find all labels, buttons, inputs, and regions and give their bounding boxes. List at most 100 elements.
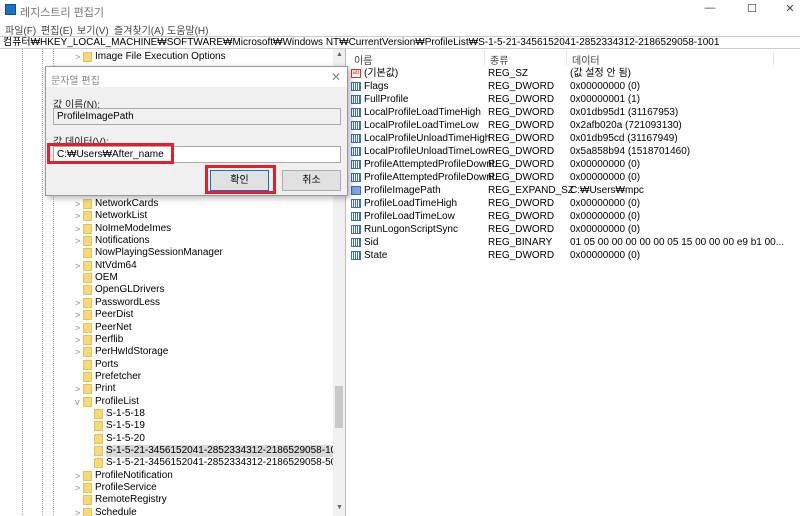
tree-item-label: Schedule xyxy=(95,506,137,516)
tree-item[interactable]: > Schedule xyxy=(75,506,137,516)
tree-item[interactable]: > PerHwIdStorage xyxy=(75,346,169,358)
value-name: Sid xyxy=(364,237,379,248)
folder-icon xyxy=(83,273,92,284)
title-bar: 레지스트리 편집기 — ☐ ✕ xyxy=(0,0,800,20)
column-header-type[interactable]: 종류 xyxy=(490,52,508,67)
tree-item[interactable]: > NtVdm64 xyxy=(75,260,137,272)
tree-item[interactable]: OpenGLDrivers xyxy=(83,284,164,296)
value-row[interactable]: LocalProfileUnloadTimeHigh REG_DWORD 0x01d… xyxy=(348,132,800,145)
value-type: REG_DWORD xyxy=(488,107,555,118)
tree-item[interactable]: > PeerNet xyxy=(75,322,132,334)
tree-item[interactable]: > Image File Execution Options xyxy=(75,51,226,63)
chevron-right-icon[interactable]: > xyxy=(75,260,83,272)
chevron-right-icon[interactable]: > xyxy=(75,198,83,210)
tree-item[interactable]: S-1-5-21-3456152041-2852334312-218652905… xyxy=(94,445,345,457)
value-row[interactable]: ProfileAttemptedProfileDownl... REG_DWORD… xyxy=(348,171,800,184)
value-row[interactable]: Flags REG_DWORD 0x00000000 (0) xyxy=(348,80,800,93)
chevron-right-icon[interactable]: > xyxy=(75,322,83,334)
value-row[interactable]: FullProfile REG_DWORD 0x00000001 (1) xyxy=(348,93,800,106)
highlight-ok-button xyxy=(205,165,276,194)
folder-icon xyxy=(83,495,92,506)
value-row[interactable]: LocalProfileLoadTimeLow REG_DWORD 0x2afb02… xyxy=(348,119,800,132)
chevron-right-icon[interactable]: > xyxy=(75,470,83,482)
chevron-right-icon[interactable]: > xyxy=(75,210,83,222)
tree-item[interactable]: > NetworkList xyxy=(75,210,147,222)
value-row[interactable]: ProfileLoadTimeLow REG_DWORD 0x00000000 (0… xyxy=(348,210,800,223)
tree-item[interactable]: > Print xyxy=(75,383,116,395)
tree-item[interactable]: > PeerDist xyxy=(75,309,133,321)
value-name: ProfileLoadTimeHigh xyxy=(364,198,458,209)
chevron-down-icon[interactable]: v xyxy=(75,396,83,408)
value-row[interactable]: RunLogonScriptSync REG_DWORD 0x00000000 (0… xyxy=(348,223,800,236)
chevron-right-icon[interactable]: > xyxy=(75,223,83,235)
folder-icon xyxy=(94,408,103,419)
chevron-right-icon[interactable]: > xyxy=(75,51,83,63)
folder-icon xyxy=(83,322,92,333)
tree-item[interactable]: Prefetcher xyxy=(83,371,141,383)
value-type: REG_DWORD xyxy=(488,120,555,131)
folder-icon xyxy=(83,359,92,370)
folder-icon xyxy=(83,223,92,234)
value-row[interactable]: ProfileAttemptedProfileDownl... REG_DWORD… xyxy=(348,158,800,171)
menu-edit[interactable]: 편집(E) xyxy=(41,22,73,37)
tree-item-label: Perflib xyxy=(95,333,124,345)
cancel-button[interactable]: 취소 xyxy=(282,170,341,191)
scrollbar-thumb[interactable] xyxy=(335,386,343,428)
value-row[interactable]: LocalProfileLoadTimeHigh REG_DWORD 0x01db9… xyxy=(348,106,800,119)
binary-value-icon xyxy=(351,199,361,208)
folder-icon xyxy=(83,483,92,494)
value-data: 0x00000000 (0) xyxy=(570,198,641,209)
tree-item[interactable]: S-1-5-21-3456152041-2852334312-218652905… xyxy=(94,457,342,469)
tree-item[interactable]: > ProfileNotification xyxy=(75,469,173,482)
value-row[interactable]: LocalProfileUnloadTimeLow REG_DWORD 0x5a85… xyxy=(348,145,800,158)
tree-item[interactable]: RemoteRegistry xyxy=(83,494,167,506)
chevron-right-icon[interactable]: > xyxy=(75,482,83,494)
close-button[interactable]: ✕ xyxy=(780,2,800,18)
value-row[interactable]: Sid REG_BINARY 01 05 00 00 00 00 00 05 15 … xyxy=(348,236,800,249)
menu-file[interactable]: 파일(F) xyxy=(5,22,36,37)
chevron-right-icon[interactable]: > xyxy=(75,309,83,321)
chevron-right-icon[interactable]: > xyxy=(75,235,83,247)
tree-item-label: ProfileNotification xyxy=(95,469,173,481)
tree-item[interactable]: > Perflib xyxy=(75,333,124,346)
chevron-right-icon[interactable]: > xyxy=(75,383,83,395)
folder-icon xyxy=(83,470,92,481)
value-row[interactable]: ab (기본값) REG_SZ (값 설정 안 됨) xyxy=(348,67,800,80)
address-bar[interactable]: 컴퓨터₩HKEY_LOCAL_MACHINE₩SOFTWARE₩Microsof… xyxy=(0,36,800,49)
tree-item[interactable]: OEM xyxy=(83,272,118,284)
tree-item[interactable]: S-1-5-19 xyxy=(94,420,145,432)
menu-favorites[interactable]: 즐겨찾기(A) xyxy=(114,22,164,37)
window-title: 레지스트리 편집기 xyxy=(20,7,105,19)
chevron-right-icon[interactable]: > xyxy=(75,346,83,358)
chevron-right-icon[interactable]: > xyxy=(75,334,83,346)
value-type: REG_BINARY xyxy=(488,237,553,248)
value-row[interactable]: ProfileImagePath REG_EXPAND_SZ C:₩Users₩mp… xyxy=(348,184,800,197)
tree-item[interactable]: > ProfileService xyxy=(75,482,157,494)
chevron-right-icon[interactable]: > xyxy=(75,507,83,516)
column-header-name[interactable]: 이름 xyxy=(354,52,372,67)
tree-item[interactable]: S-1-5-20 xyxy=(94,433,145,445)
dialog-close-icon[interactable]: ✕ xyxy=(331,70,341,84)
minimize-button[interactable]: — xyxy=(700,2,720,18)
value-row[interactable]: ProfileLoadTimeHigh REG_DWORD 0x00000000 (… xyxy=(348,197,800,210)
menu-view[interactable]: 보기(V) xyxy=(77,22,109,37)
tree-item[interactable]: v ProfileList xyxy=(75,396,139,408)
tree-item[interactable]: > NoImeModeImes xyxy=(75,223,171,235)
column-header-data[interactable]: 데이터 xyxy=(572,52,600,67)
tree-item[interactable]: > Notifications xyxy=(75,235,149,247)
maximize-button[interactable]: ☐ xyxy=(742,2,762,18)
value-data: 0x00000000 (0) xyxy=(570,211,641,222)
tree-item-label: PerHwIdStorage xyxy=(95,346,169,358)
value-name: ProfileAttemptedProfileDownl... xyxy=(364,172,503,183)
tree-item[interactable]: S-1-5-18 xyxy=(94,408,145,420)
tree-item[interactable]: Ports xyxy=(83,359,118,371)
tree-item[interactable]: > NetworkCards xyxy=(75,198,158,210)
tree-item-label: PasswordLess xyxy=(95,296,161,308)
value-row[interactable]: State REG_DWORD 0x00000000 (0) xyxy=(348,249,800,262)
value-data: 0x00000000 (0) xyxy=(570,224,641,235)
tree-item[interactable]: > PasswordLess xyxy=(75,296,161,309)
tree-item[interactable]: NowPlayingSessionManager xyxy=(83,247,223,259)
menu-help[interactable]: 도움말(H) xyxy=(167,22,208,37)
value-type: REG_DWORD xyxy=(488,224,555,235)
chevron-right-icon[interactable]: > xyxy=(75,297,83,309)
